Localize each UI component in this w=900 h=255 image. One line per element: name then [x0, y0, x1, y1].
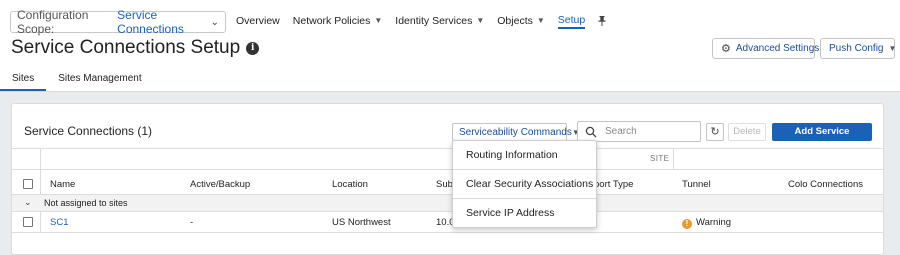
refresh-icon: ↻ [710, 126, 720, 138]
search-input[interactable]: Search [577, 121, 701, 142]
row-active-backup: - [190, 217, 194, 228]
serviceability-commands-button[interactable]: Serviceability Commands ▼ [452, 123, 580, 141]
menu-item-routing-information[interactable]: Routing Information [453, 141, 596, 170]
nav-network-policies[interactable]: Network Policies ▼ [293, 12, 383, 29]
column-header-name[interactable]: Name [50, 179, 75, 190]
nav-overview[interactable]: Overview [236, 12, 280, 29]
group-row[interactable]: ⌄ Not assigned to sites [12, 195, 883, 212]
table-header: Name Active/Backup Location Subn port Ty… [12, 170, 883, 195]
chevron-down-icon: ▼ [536, 16, 545, 25]
menu-item-clear-security-associations[interactable]: Clear Security Associations [453, 170, 596, 199]
column-divider [673, 148, 674, 170]
serviceability-label: Serviceability Commands [459, 126, 572, 138]
tunnel-status: Warning [696, 217, 732, 228]
column-header-colo-connections[interactable]: Colo Connections [788, 179, 863, 190]
site-group-label: SITE [650, 154, 670, 163]
column-header-port-type[interactable]: port Type [594, 179, 633, 190]
chevron-down-icon: ▼ [476, 16, 485, 25]
tab-label: Sites [12, 73, 35, 84]
page-title: Service Connections Setup i [11, 37, 260, 59]
service-connections-card: Service Connections (1) Serviceability C… [11, 103, 884, 255]
nav-objects[interactable]: Objects ▼ [497, 12, 545, 29]
table-row[interactable]: SC1 - US Northwest 10.0 ! Warning [12, 212, 883, 233]
card-title: Service Connections (1) [24, 124, 153, 138]
gear-icon: ⚙ [721, 43, 731, 55]
warning-icon: ! [682, 219, 692, 229]
row-location: US Northwest [332, 217, 391, 228]
menu-item-service-ip-address[interactable]: Service IP Address [453, 199, 596, 228]
nav-label: Setup [557, 13, 586, 26]
chevron-down-icon[interactable]: ⌄ [24, 197, 32, 208]
column-group-header: SITE [12, 148, 883, 170]
row-tunnel: ! Warning [682, 217, 731, 229]
select-all-checkbox[interactable] [23, 179, 33, 189]
tab-label: Sites Management [58, 73, 142, 84]
chevron-down-icon: ▼ [374, 16, 383, 25]
advanced-settings-label: Advanced Settings [735, 43, 820, 54]
scope-label: Configuration Scope: [17, 8, 89, 36]
column-header-tunnel[interactable]: Tunnel [682, 179, 711, 190]
column-header-active-backup[interactable]: Active/Backup [190, 179, 250, 190]
add-service-connection-button[interactable]: Add Service Connection [772, 123, 872, 155]
top-bar: Configuration Scope: Service Connections… [0, 0, 900, 95]
scope-value: Service Connections [117, 8, 184, 36]
nav-identity-services[interactable]: Identity Services ▼ [395, 12, 484, 29]
column-header-location[interactable]: Location [332, 179, 368, 190]
pin-button[interactable] [598, 12, 606, 29]
tabs: Sites Sites Management [0, 71, 900, 91]
advanced-settings-button[interactable]: ⚙ Advanced Settings [712, 38, 819, 59]
main-nav: Overview Network Policies ▼ Identity Serv… [236, 12, 619, 29]
row-name-link[interactable]: SC1 [50, 217, 68, 228]
nav-label: Identity Services [395, 14, 473, 27]
push-config-button[interactable]: Push Config ▼ [820, 38, 897, 59]
tab-sites-management[interactable]: Sites Management [46, 71, 153, 91]
nav-label: Objects [497, 14, 533, 27]
chevron-down-icon: ▼ [888, 44, 897, 53]
tab-sites[interactable]: Sites [0, 71, 47, 91]
delete-button[interactable]: Delete [728, 123, 766, 141]
refresh-button[interactable]: ↻ [706, 123, 724, 141]
nav-label: Overview [236, 14, 280, 27]
push-config-label: Push Config [829, 43, 884, 54]
search-icon [585, 126, 597, 137]
configuration-scope-select[interactable]: Configuration Scope: Service Connections… [10, 8, 226, 36]
chevron-down-icon: ⌄ [210, 16, 219, 28]
pin-icon [598, 15, 606, 26]
info-icon[interactable]: i [246, 41, 260, 55]
row-checkbox[interactable] [23, 217, 33, 227]
search-placeholder: Search [605, 126, 637, 137]
nav-label: Network Policies [292, 14, 371, 27]
page-title-text: Service Connections Setup [11, 37, 241, 58]
serviceability-commands-menu: Routing Information Clear Security Assoc… [452, 140, 597, 228]
nav-setup[interactable]: Setup [557, 12, 586, 29]
group-label: Not assigned to sites [44, 198, 128, 208]
